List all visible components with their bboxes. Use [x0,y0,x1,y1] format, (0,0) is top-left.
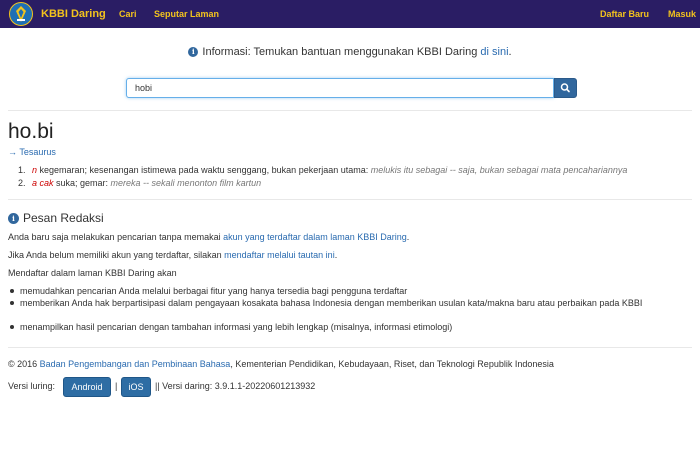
info-suffix: . [508,46,512,58]
nav-seputar-laman[interactable]: Seputar Laman [154,9,219,19]
paragraph-suffix: . [406,232,410,242]
divider [8,110,692,111]
info-icon: i [188,47,199,57]
definition-number: 1. [18,165,26,175]
tut-wuri-handayani-logo[interactable] [9,2,33,26]
pesan-paragraph: Anda baru saja melakukan pencarian tanpa… [8,232,409,242]
divider [8,347,692,348]
org-link[interactable]: Badan Pengembangan dan Pembinaan Bahasa [40,359,231,369]
search-icon [560,83,570,93]
copyright-text: © 2016 [8,359,40,369]
separator: | [115,381,118,391]
footer-copyright: © 2016 Badan Pengembangan dan Pembinaan … [8,359,554,369]
definition-example: melukis itu sebagai -- saja, bukan sebag… [370,165,628,175]
word-class-label[interactable]: a cak [32,178,54,188]
nav-daftar-baru[interactable]: Daftar Baru [600,9,649,19]
paragraph-text: Jika Anda belum memiliki akun yang terda… [8,250,225,260]
nav-cari[interactable]: Cari [119,9,137,19]
copyright-rest: , Kementerian Pendidikan, Kebudayaan, Ri… [230,359,554,369]
nav-masuk[interactable]: Masuk [668,9,696,19]
pesan-title-text: Pesan Redaksi [23,211,104,225]
info-banner: i Informasi: Temukan bantuan menggunakan … [0,46,700,58]
definition-example: mereka -- sekali menonton film kartun [110,178,262,188]
divider [8,199,692,200]
register-link[interactable]: mendaftar melalui tautan ini [224,250,335,260]
definition-item: 1. n kegemaran; kesenangan istimewa pada … [18,165,627,175]
android-button[interactable]: Android [63,377,111,397]
paragraph-suffix: . [334,250,338,260]
definition-text: kegemaran; kesenangan istimewa pada wakt… [37,165,371,175]
pesan-paragraph: Mendaftar dalam laman KBBI Daring akan [8,268,177,278]
pesan-redaksi-title: i Pesan Redaksi [8,211,104,225]
definition-item: 2. a cak suka; gemar: mereka -- sekali me… [18,178,261,188]
brand-title[interactable]: KBBI Daring [41,8,106,20]
ios-button[interactable]: iOS [121,377,151,397]
versi-daring-text: || Versi daring: 3.9.1.1-20220601213932 [155,381,316,391]
info-text: Informasi: Temukan bantuan menggunakan K… [202,46,481,58]
definition-text: suka; gemar: [53,178,111,188]
versi-luring-label: Versi luring: [8,381,56,391]
pesan-paragraph: Jika Anda belum memiliki akun yang terda… [8,250,337,260]
list-item: memberikan Anda hak berpartisipasi dalam… [10,297,688,309]
entry-title: ho.bi [8,120,54,143]
registered-account-link[interactable]: akun yang terdaftar dalam laman KBBI Dar… [223,232,407,242]
search-button[interactable] [554,78,577,98]
navbar: KBBI Daring Cari Seputar Laman Daftar Ba… [0,0,700,28]
list-item: memudahkan pencarian Anda melalui berbag… [10,285,688,297]
search-input[interactable] [126,78,554,98]
help-link[interactable]: di sini [480,46,508,58]
paragraph-text: Anda baru saja melakukan pencarian tanpa… [8,232,224,242]
tesaurus-link[interactable]: → Tesaurus [8,147,56,157]
list-item: menampilkan hasil pencarian dengan tamba… [10,321,688,333]
definition-number: 2. [18,178,26,188]
info-icon: i [8,213,19,224]
